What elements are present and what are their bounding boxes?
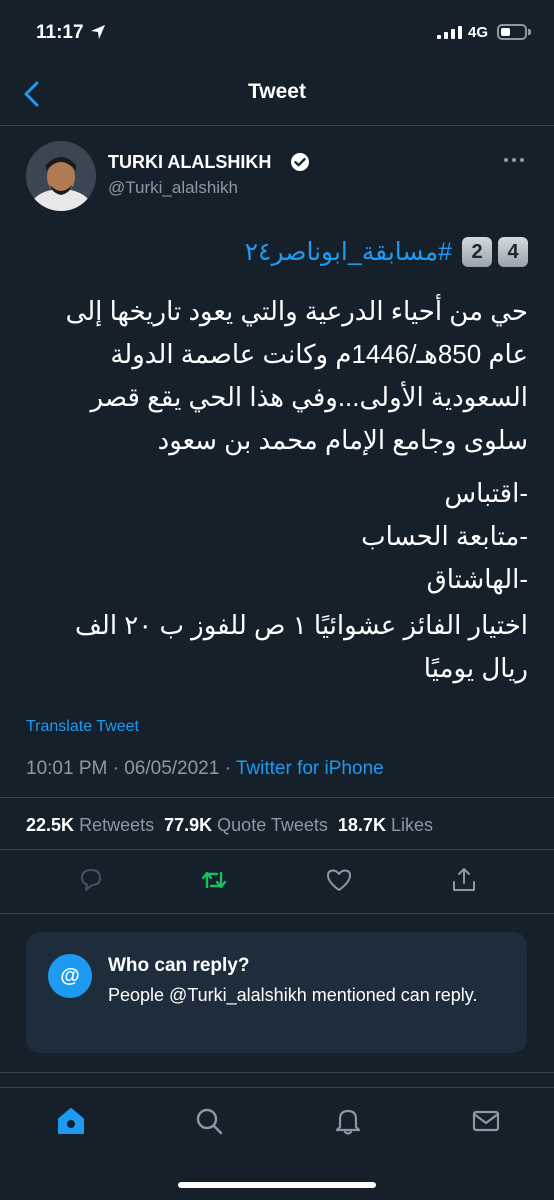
tweet-list-item: -اقتباس [444, 478, 528, 508]
tweet-paragraph: اختيار الفائز عشوائيًا ١ ص للفوز ب ٢٠ ال… [75, 610, 528, 683]
tweet-stats: 22.5K Retweets 77.9K Quote Tweets 18.7K … [26, 815, 433, 836]
chevron-left-icon[interactable] [20, 80, 44, 108]
quote-tweets-stat[interactable]: 77.9K Quote Tweets [164, 815, 328, 836]
reply-bubble-icon[interactable] [76, 865, 106, 895]
status-time: 11:17 [36, 22, 84, 43]
tweet-list-item: -متابعة الحساب [361, 521, 528, 551]
network-type: 4G [468, 24, 489, 41]
retweet-icon[interactable] [199, 865, 229, 895]
avatar-image [26, 141, 96, 211]
who-can-reply-description: People @Turki_alalshikh mentioned can re… [108, 985, 478, 1005]
verified-badge-icon [291, 153, 309, 171]
tweet-hashtag-row: 4 2 #مسابقة_ابوناصر٢٤ [26, 237, 528, 267]
retweets-label: Retweets [79, 815, 155, 835]
who-can-reply-title: Who can reply? [108, 955, 250, 976]
author-handle[interactable]: @Turki_alalshikh [108, 178, 238, 198]
tweet-timestamp: 10:01 PM · 06/05/2021 · [26, 758, 236, 779]
bell-icon[interactable] [332, 1105, 364, 1137]
mention-at-icon: @ [48, 954, 92, 998]
tweet-paragraph: حي من أحياء الدرعية والتي يعود تاريخها إ… [65, 296, 528, 455]
page-title: Tweet [248, 80, 306, 103]
share-icon[interactable] [449, 865, 479, 895]
likes-label: Likes [390, 815, 433, 835]
tabbar-divider [0, 1087, 554, 1088]
tweet-hashtag[interactable]: #مسابقة_ابوناصر٢٤ [245, 237, 452, 267]
translate-tweet-link[interactable]: Translate Tweet [26, 718, 139, 736]
envelope-icon[interactable] [470, 1105, 502, 1137]
avatar[interactable] [26, 141, 96, 211]
tweet-metadata: 10:01 PM · 06/05/2021 · Twitter for iPho… [26, 758, 384, 780]
likes-stat[interactable]: 18.7K Likes [338, 815, 433, 836]
tweet-list: -اقتباس -متابعة الحساب -الهاشتاق [26, 472, 528, 601]
quote-tweets-label: Quote Tweets [217, 815, 328, 835]
battery-tip [528, 29, 531, 35]
keycap-4-icon: 4 [498, 237, 528, 267]
retweets-stat[interactable]: 22.5K Retweets [26, 815, 154, 836]
header-divider [0, 125, 554, 126]
tweet-source-link[interactable]: Twitter for iPhone [236, 758, 384, 779]
more-dots-icon[interactable] [504, 158, 524, 162]
signal-icon [437, 26, 462, 39]
retweets-count: 22.5K [26, 815, 75, 835]
tweet-list-item: -الهاشتاق [426, 564, 528, 594]
heart-icon[interactable] [324, 865, 354, 895]
author-name[interactable]: TURKI ALALSHIKH [108, 152, 271, 173]
likes-count: 18.7K [337, 815, 386, 835]
search-icon[interactable] [193, 1105, 225, 1137]
stats-bottom-divider [0, 849, 554, 850]
actions-bottom-divider [0, 913, 554, 914]
stats-top-divider [0, 797, 554, 798]
keycap-2-icon: 2 [462, 237, 492, 267]
content-bottom-divider [0, 1072, 554, 1073]
location-arrow-icon [91, 25, 105, 39]
home-indicator[interactable] [178, 1182, 376, 1188]
home-icon[interactable] [55, 1105, 87, 1137]
quote-tweets-count: 77.9K [164, 815, 213, 835]
battery-icon [497, 24, 527, 40]
